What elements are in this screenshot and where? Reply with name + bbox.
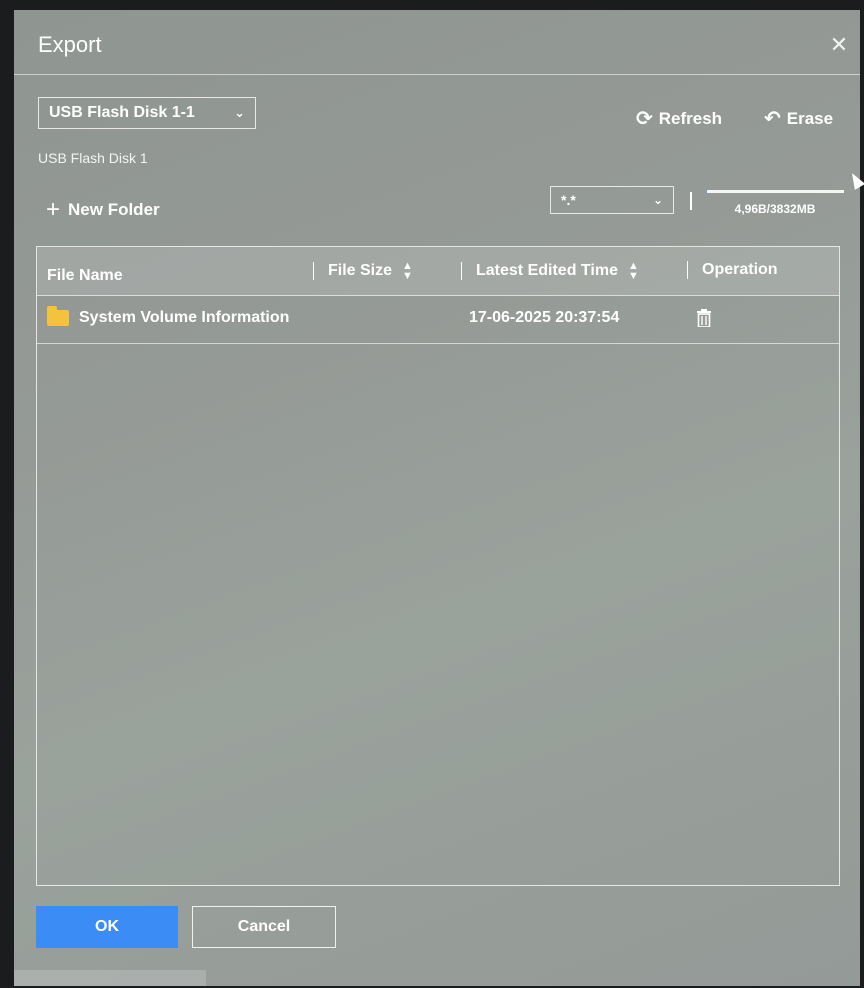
new-folder-label: New Folder <box>68 200 160 219</box>
sort-icon[interactable]: ▲ ▼ <box>402 261 413 282</box>
header-file-name[interactable]: File Name <box>47 267 123 285</box>
new-folder-button[interactable]: + New Folder <box>46 196 160 223</box>
export-dialog: Export ✕ USB Flash Disk 1-1 ⌄ USB Flash … <box>14 10 864 986</box>
disk-caption: USB Flash Disk 1 <box>38 150 148 166</box>
disk-select-value: USB Flash Disk 1-1 <box>49 104 195 121</box>
file-time: 17-06-2025 20:37:54 <box>469 309 620 326</box>
header-file-size-label: File Size <box>328 262 393 279</box>
header-operation: Operation <box>687 261 778 279</box>
filter-value: *.* <box>561 192 576 208</box>
table-row[interactable]: System Volume Information 17-06-2025 20:… <box>37 295 839 344</box>
header-operation-label: Operation <box>702 261 778 278</box>
refresh-icon: ⟳ <box>636 108 653 130</box>
chevron-down-icon: ⌄ <box>652 193 663 207</box>
title-divider <box>14 74 860 75</box>
file-type-filter-select[interactable]: *.* ⌄ <box>550 186 674 214</box>
header-file-size[interactable]: File Size ▲ ▼ <box>313 261 413 282</box>
plus-icon: + <box>46 196 61 223</box>
bottom-strip <box>14 970 206 986</box>
undo-icon: ↶ <box>764 108 781 130</box>
erase-label: Erase <box>786 108 834 128</box>
capacity-divider <box>690 192 692 210</box>
folder-icon <box>47 306 69 326</box>
trash-icon[interactable] <box>697 309 711 327</box>
capacity-bar <box>706 190 844 193</box>
chevron-down-icon: ⌄ <box>234 105 245 120</box>
header-latest-edited-time-label: Latest Edited Time <box>476 262 618 279</box>
capacity-text: 4,96B/3832MB <box>734 202 816 216</box>
column-separator <box>313 262 314 280</box>
file-name-cell: System Volume Information <box>47 306 290 327</box>
file-name: System Volume Information <box>79 309 290 326</box>
ok-button[interactable]: OK <box>36 906 178 948</box>
column-separator <box>687 261 688 279</box>
table-header: File Name File Size ▲ ▼ Latest Edited Tim… <box>37 247 839 296</box>
header-file-name-label: File Name <box>47 267 123 284</box>
erase-button[interactable]: ↶ Erase <box>764 106 833 131</box>
dialog-title: Export <box>38 32 102 57</box>
cancel-button[interactable]: Cancel <box>192 906 336 948</box>
refresh-button[interactable]: ⟳ Refresh <box>636 106 722 131</box>
refresh-label: Refresh <box>658 108 723 128</box>
file-table: File Name File Size ▲ ▼ Latest Edited Tim… <box>36 246 840 886</box>
close-icon[interactable]: ✕ <box>828 34 850 56</box>
sort-icon[interactable]: ▲ ▼ <box>628 261 639 282</box>
column-separator <box>461 262 462 280</box>
mouse-cursor-icon <box>846 170 864 190</box>
header-latest-edited-time[interactable]: Latest Edited Time ▲ ▼ <box>461 261 639 282</box>
disk-select[interactable]: USB Flash Disk 1-1 ⌄ <box>38 97 256 129</box>
